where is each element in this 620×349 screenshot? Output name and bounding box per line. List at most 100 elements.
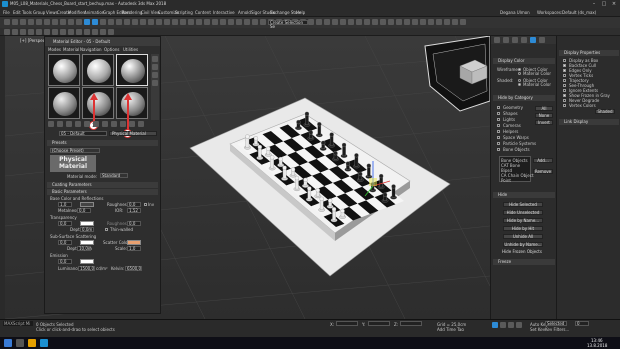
sample-slot-4[interactable] bbox=[48, 87, 80, 119]
utilities-tab-icon[interactable] bbox=[539, 37, 545, 43]
menu-interactive[interactable]: Interactive bbox=[213, 8, 235, 17]
toolbar-tool-icon[interactable] bbox=[412, 19, 418, 25]
base-weight-field[interactable]: 1,0 bbox=[58, 202, 72, 207]
menu-animation[interactable]: Animation bbox=[84, 8, 104, 17]
minimize-icon[interactable]: – bbox=[589, 0, 599, 8]
motion-tab-icon[interactable] bbox=[521, 37, 527, 43]
presets-rollout[interactable]: Presets bbox=[47, 140, 158, 146]
ribbon-icon[interactable] bbox=[108, 29, 114, 35]
menu-edit[interactable]: Edit bbox=[13, 8, 21, 17]
toolbar-tool-icon[interactable] bbox=[228, 19, 234, 25]
next-frame-icon[interactable] bbox=[516, 322, 522, 328]
toolbar-tool-icon[interactable] bbox=[388, 19, 394, 25]
toolbar-tool-icon[interactable] bbox=[460, 19, 466, 25]
toolbar-tool-icon[interactable] bbox=[444, 19, 450, 25]
toolbar-tool-icon[interactable] bbox=[44, 19, 50, 25]
sample-slot-1[interactable] bbox=[48, 54, 80, 86]
hide-selected-button[interactable]: Hide Selected bbox=[503, 202, 543, 207]
toolbar-tool-icon[interactable] bbox=[180, 19, 186, 25]
display-as-box-checkbox[interactable] bbox=[563, 59, 566, 62]
sss-depth-field[interactable]: 10,0m bbox=[77, 246, 92, 251]
toolbar-tool-icon[interactable] bbox=[68, 19, 74, 25]
toolbar-tool-icon[interactable] bbox=[100, 19, 106, 25]
hide-rollout[interactable]: Hide bbox=[493, 192, 555, 198]
material-tool-icon[interactable] bbox=[48, 121, 54, 127]
toolbar-tool-icon[interactable] bbox=[156, 19, 162, 25]
play-icon[interactable] bbox=[508, 322, 514, 328]
category-particle-systems-checkbox[interactable] bbox=[497, 142, 500, 145]
material-mode-dropdown[interactable]: Standard bbox=[100, 173, 128, 178]
toolbar-tool-icon[interactable] bbox=[116, 19, 122, 25]
material-tool-icon[interactable] bbox=[120, 121, 126, 127]
shaded-button[interactable]: Shaded bbox=[595, 109, 615, 114]
menu-group[interactable]: Group bbox=[33, 8, 45, 17]
material-tool-icon[interactable] bbox=[66, 121, 72, 127]
menu-arnold[interactable]: Arnold bbox=[238, 8, 251, 17]
edges-only-checkbox[interactable] bbox=[563, 69, 566, 72]
selected-dropdown[interactable]: Selected bbox=[545, 321, 567, 326]
menu-scripting[interactable]: Scripting bbox=[175, 8, 193, 17]
hide-category-listbox[interactable]: Bone Objects CAT Bone Bipsd CA Chain Object… bbox=[499, 156, 534, 183]
background-icon[interactable] bbox=[152, 72, 158, 78]
hide-by-name-button[interactable]: Hide by Name... bbox=[503, 218, 543, 223]
backface-cull-checkbox[interactable] bbox=[563, 64, 566, 67]
category-space-warps-checkbox[interactable] bbox=[497, 136, 500, 139]
scatter-color-swatch[interactable] bbox=[127, 240, 141, 245]
material-tool-icon[interactable] bbox=[111, 121, 117, 127]
toolbar-tool-icon[interactable] bbox=[364, 19, 370, 25]
wireframe-material-color-radio[interactable] bbox=[518, 72, 521, 75]
hide-frozen-objects-button[interactable]: Hide Frozen Objects bbox=[497, 250, 547, 255]
display-properties-rollout[interactable]: Display Properties bbox=[559, 50, 619, 56]
see-through-checkbox[interactable] bbox=[563, 84, 566, 87]
metalness-field[interactable]: 0,0 bbox=[77, 208, 91, 213]
toolbar-tool-icon[interactable] bbox=[140, 19, 146, 25]
toolbar-tool-icon[interactable] bbox=[36, 19, 42, 25]
sss-weight-field[interactable]: 0,0 bbox=[58, 240, 72, 245]
sample-slot-5[interactable] bbox=[82, 87, 114, 119]
ribbon-icon[interactable] bbox=[20, 29, 26, 35]
roughness-invert-checkbox[interactable] bbox=[144, 203, 147, 206]
vertex-ticks-checkbox[interactable] bbox=[563, 74, 566, 77]
workspaces-label[interactable]: Workspaces: bbox=[537, 8, 562, 17]
toolbar-tool-icon[interactable] bbox=[60, 19, 66, 25]
presets-dropdown[interactable]: (Choose Preset) bbox=[50, 148, 100, 153]
ignore-extents-checkbox[interactable] bbox=[563, 89, 566, 92]
category-bone-objects-checkbox[interactable] bbox=[497, 148, 500, 151]
hide-by-category-rollout[interactable]: Hide by Category bbox=[493, 95, 555, 101]
toolbar-tool-icon[interactable] bbox=[92, 19, 98, 25]
toolbar-tool-icon[interactable] bbox=[252, 19, 258, 25]
toolbar-tool-icon[interactable] bbox=[452, 19, 458, 25]
material-tool-icon[interactable] bbox=[57, 121, 63, 127]
toolbar-tool-icon[interactable] bbox=[404, 19, 410, 25]
toolbar-tool-icon[interactable] bbox=[420, 19, 426, 25]
display-color-rollout[interactable]: Display Color bbox=[493, 58, 555, 64]
emission-color-swatch[interactable] bbox=[80, 259, 94, 264]
toolbar-tool-icon[interactable] bbox=[220, 19, 226, 25]
prev-frame-icon[interactable] bbox=[500, 322, 506, 328]
transparency-weight-field[interactable]: 0,0 bbox=[58, 221, 72, 226]
toolbar-tool-icon[interactable] bbox=[20, 19, 26, 25]
trajectory-checkbox[interactable] bbox=[563, 79, 566, 82]
toolbar-tool-icon[interactable] bbox=[316, 19, 322, 25]
material-tool-icon[interactable] bbox=[84, 121, 90, 127]
toolbar-tool-icon[interactable] bbox=[108, 19, 114, 25]
file-explorer-icon[interactable] bbox=[28, 339, 36, 347]
toolbar-tool-icon[interactable] bbox=[308, 19, 314, 25]
vertex-colors-checkbox[interactable] bbox=[563, 104, 566, 107]
category-invert-button[interactable]: Invert bbox=[535, 120, 553, 125]
toolbar-tool-icon[interactable] bbox=[436, 19, 442, 25]
toolbar-tool-icon[interactable] bbox=[76, 19, 82, 25]
coating-rollout[interactable]: Coating Parameters bbox=[47, 182, 158, 188]
category-lights-checkbox[interactable] bbox=[497, 118, 500, 121]
category-geometry-checkbox[interactable] bbox=[497, 106, 500, 109]
z-field[interactable] bbox=[400, 321, 422, 326]
sss-color-swatch[interactable] bbox=[80, 240, 94, 245]
toolbar-tool-icon[interactable] bbox=[236, 19, 242, 25]
menu-file[interactable]: File bbox=[3, 8, 10, 17]
transparency-roughness-field[interactable]: 0,0 bbox=[127, 221, 141, 226]
never-degrade-checkbox[interactable] bbox=[563, 99, 566, 102]
sample-uv-icon[interactable] bbox=[152, 80, 158, 86]
create-tab-icon[interactable] bbox=[494, 37, 500, 43]
freeze-rollout[interactable]: Freeze bbox=[493, 259, 555, 265]
basic-params-rollout[interactable]: Basic Parameters bbox=[47, 189, 158, 195]
